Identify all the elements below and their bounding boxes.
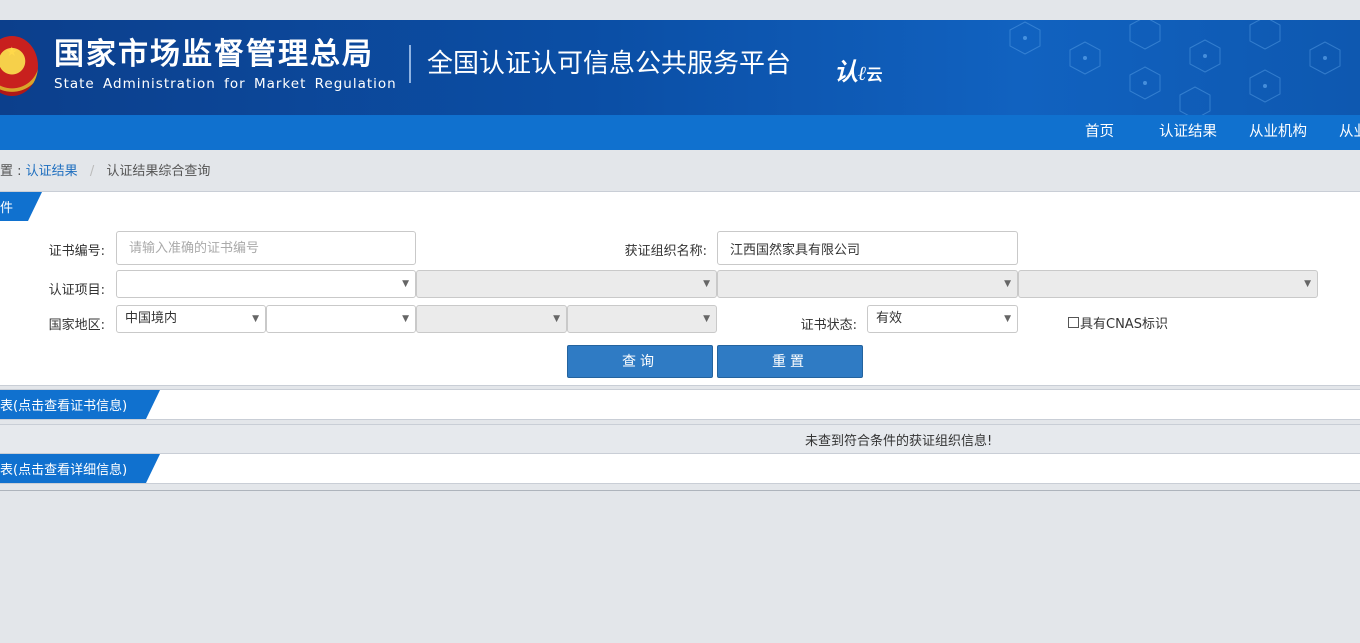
query-button[interactable]: 查询: [567, 345, 713, 378]
nav-item-cert-results[interactable]: 认证结果: [1159, 115, 1217, 150]
chevron-down-icon: ▼: [1004, 279, 1011, 289]
chevron-down-icon: ▼: [252, 314, 259, 324]
org-name-en: State Administration for Market Regulati…: [54, 76, 397, 92]
breadcrumb-separator: /: [89, 164, 95, 179]
nav-item-home[interactable]: 首页: [1085, 115, 1114, 150]
cnas-checkbox-label: 具有CNAS标识: [1080, 317, 1168, 332]
org-name-cn: 国家市场监督管理总局: [54, 37, 374, 72]
org-name-input[interactable]: [717, 231, 1018, 265]
breadcrumb-current: 认证结果综合查询: [106, 164, 211, 179]
chevron-down-icon: ▼: [1304, 279, 1311, 289]
breadcrumb: 置 : 认证结果 / 认证结果综合查询: [0, 160, 210, 179]
org-list-header: 表(点击查看详细信息): [0, 453, 1360, 484]
region-select-district[interactable]: ▼: [567, 305, 717, 333]
header-divider: [409, 45, 411, 83]
platform-title: 全国认证认可信息公共服务平台: [427, 49, 792, 79]
header-banner: ★ 国家市场监督管理总局 State Administration for Ma…: [0, 20, 1360, 115]
region-label: 国家地区:: [48, 318, 105, 333]
cert-list-tab: 表(点击查看证书信息): [0, 390, 160, 419]
project-select-4[interactable]: ▼: [1018, 270, 1318, 298]
cert-list-header: 表(点击查看证书信息): [0, 389, 1360, 420]
org-result-row: 未查到符合条件的获证组织信息!: [0, 424, 1360, 454]
chevron-down-icon: ▼: [402, 314, 409, 324]
empty-result-message: 未查到符合条件的获证组织信息!: [805, 434, 993, 449]
national-emblem-icon: ★: [0, 36, 38, 96]
project-select-1[interactable]: ▼: [116, 270, 416, 298]
search-panel-header: 件: [0, 191, 1360, 222]
main-nav: 首页 认证结果 从业机构 从业: [0, 115, 1360, 150]
hexagon-pattern-decoration: [1009, 20, 1341, 115]
project-select-2[interactable]: ▼: [416, 270, 717, 298]
chevron-down-icon: ▼: [703, 314, 710, 324]
org-list-tab: 表(点击查看详细信息): [0, 454, 160, 483]
chevron-down-icon: ▼: [402, 279, 409, 289]
org-name-label: 获证组织名称:: [624, 244, 707, 259]
search-panel-tab: 件: [0, 192, 42, 221]
nav-item-practitioners[interactable]: 从业: [1339, 115, 1360, 150]
region-select-province[interactable]: ▼: [266, 305, 416, 333]
region-select-city[interactable]: ▼: [416, 305, 567, 333]
chevron-down-icon: ▼: [1004, 314, 1011, 324]
chevron-down-icon: ▼: [703, 279, 710, 289]
breadcrumb-link-cert-results[interactable]: 认证结果: [26, 164, 78, 179]
breadcrumb-prefix: 置 :: [0, 164, 22, 179]
region-select-country[interactable]: 中国境内 ▼: [116, 305, 266, 333]
nav-item-institutions[interactable]: 从业机构: [1249, 115, 1307, 150]
cert-status-label: 证书状态:: [800, 318, 857, 333]
chevron-down-icon: ▼: [553, 314, 560, 324]
cert-no-input[interactable]: [116, 231, 416, 265]
project-select-3[interactable]: ▼: [717, 270, 1018, 298]
cert-no-label: 证书编号:: [48, 244, 105, 259]
cert-status-select[interactable]: 有效 ▼: [867, 305, 1018, 333]
renzheng-cloud-logo: 认ℓ云: [834, 57, 883, 86]
cnas-checkbox[interactable]: [1068, 317, 1079, 328]
content-bottom-divider: [0, 490, 1360, 491]
cnas-checkbox-group: 具有CNAS标识: [1068, 313, 1168, 332]
reset-button[interactable]: 重置: [717, 345, 863, 378]
project-label: 认证项目:: [48, 283, 105, 298]
